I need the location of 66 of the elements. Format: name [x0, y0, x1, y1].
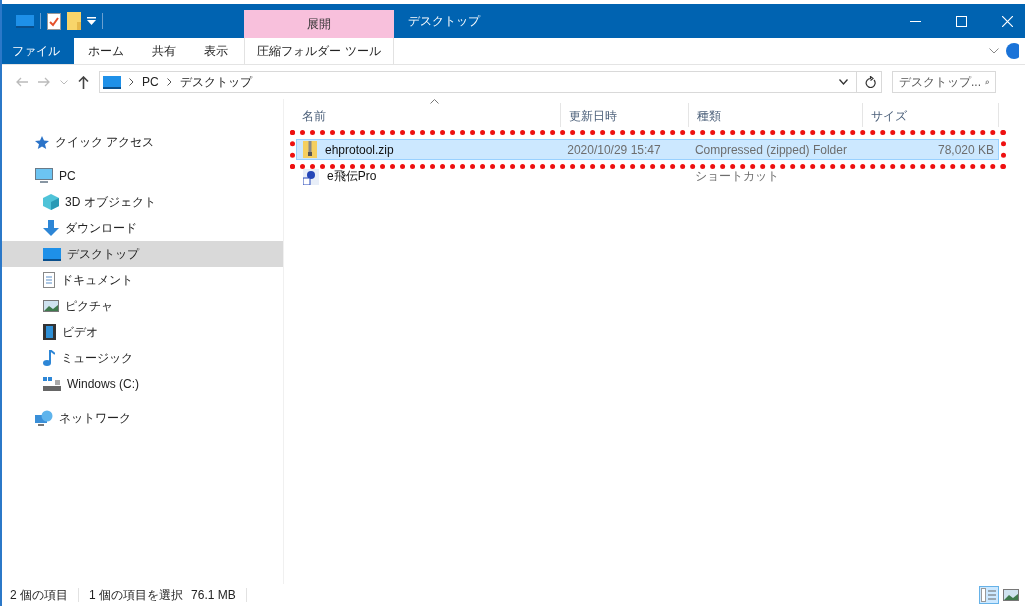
maximize-icon[interactable] [956, 15, 967, 27]
desktop-icon [103, 75, 121, 89]
column-header[interactable]: 名前 [294, 103, 561, 127]
nav-item[interactable]: PC [2, 163, 283, 189]
search-field[interactable]: デスクトップ... [892, 71, 996, 93]
modified-date: 2020/10/29 15:47 [567, 142, 661, 157]
file-type: ショートカット [694, 168, 779, 185]
nav-item[interactable]: デスクトップ [2, 241, 283, 267]
music-note-icon [43, 350, 55, 366]
nav-item[interactable]: ダウンロード [2, 215, 283, 241]
file-type: Compressed (zipped) Folder [694, 142, 847, 157]
up-arrow-icon[interactable] [78, 75, 89, 89]
ribbon-tab[interactable]: ファイル [2, 38, 74, 64]
window-title: デスクトップ [407, 12, 482, 30]
nav-item[interactable]: ドキュメント [2, 267, 283, 293]
item-count: 2 個の項目 [10, 586, 68, 604]
dropdown-icon[interactable] [87, 17, 96, 25]
address-bar[interactable]: PC デスクトップ [99, 71, 882, 93]
details-view-button[interactable] [979, 586, 999, 604]
ribbon-tab[interactable]: 圧縮フォルダー ツール [244, 38, 394, 64]
zip-folder-icon [303, 141, 317, 158]
ribbon-tab[interactable]: ホーム [74, 38, 138, 64]
selection-count: 1 個の項目を選択 [89, 586, 184, 604]
column-header[interactable]: サイズ [863, 103, 999, 127]
column-header[interactable]: 更新日時 [561, 103, 689, 127]
large-icons-view-button[interactable] [1001, 586, 1021, 604]
ribbon-tab[interactable]: 共有 [138, 38, 190, 64]
chevron-down-icon[interactable] [839, 79, 848, 85]
sort-caret-icon [430, 99, 439, 104]
shortcut-icon [303, 168, 319, 185]
picture-icon [43, 300, 59, 312]
contextual-tab-group: 展開 [244, 10, 394, 38]
nav-item[interactable]: Windows (C:) [2, 371, 283, 397]
chevron-right-icon[interactable] [129, 78, 134, 86]
breadcrumb-item[interactable]: PC [142, 75, 159, 89]
file-size: 78,020 KB [937, 142, 994, 157]
monitor-icon [35, 168, 53, 184]
film-icon [43, 324, 56, 340]
nav-item[interactable]: ネットワーク [2, 405, 283, 431]
minimize-icon[interactable] [910, 20, 921, 22]
nav-item[interactable]: 3D オブジェクト [2, 189, 283, 215]
star-icon [35, 135, 49, 149]
download-arrow-icon [43, 220, 59, 236]
drive-icon [43, 377, 61, 391]
file-name: ehprotool.zip [325, 142, 394, 157]
selection-size: 76.1 MB [191, 588, 236, 602]
desktop-icon[interactable] [16, 14, 34, 28]
nav-item[interactable]: ビデオ [2, 319, 283, 345]
breadcrumb-item[interactable]: デスクトップ [179, 73, 252, 91]
nav-item[interactable]: クイック アクセス [2, 129, 283, 155]
desktop-icon [43, 247, 61, 261]
globe-monitor-icon [35, 410, 53, 426]
column-header[interactable]: 種類 [689, 103, 863, 127]
close-icon[interactable] [1002, 15, 1013, 27]
cube-icon [43, 194, 59, 210]
chevron-right-icon[interactable] [166, 78, 172, 86]
help-icon[interactable] [1005, 43, 1019, 59]
refresh-icon[interactable] [865, 76, 876, 88]
file-row[interactable]: ehprotool.zip 2020/10/29 15:47 Compressed (zipped) Folder 78,020 KB [296, 139, 999, 160]
document-icon [43, 272, 55, 288]
nav-item[interactable]: ピクチャ [2, 293, 283, 319]
ribbon-tab[interactable]: 表示 [190, 38, 242, 64]
nav-item[interactable]: ミュージック [2, 345, 283, 371]
file-row[interactable]: e飛伝Pro ショートカット [296, 166, 999, 187]
checklist-icon[interactable] [47, 12, 61, 30]
file-name: e飛伝Pro [327, 168, 377, 185]
